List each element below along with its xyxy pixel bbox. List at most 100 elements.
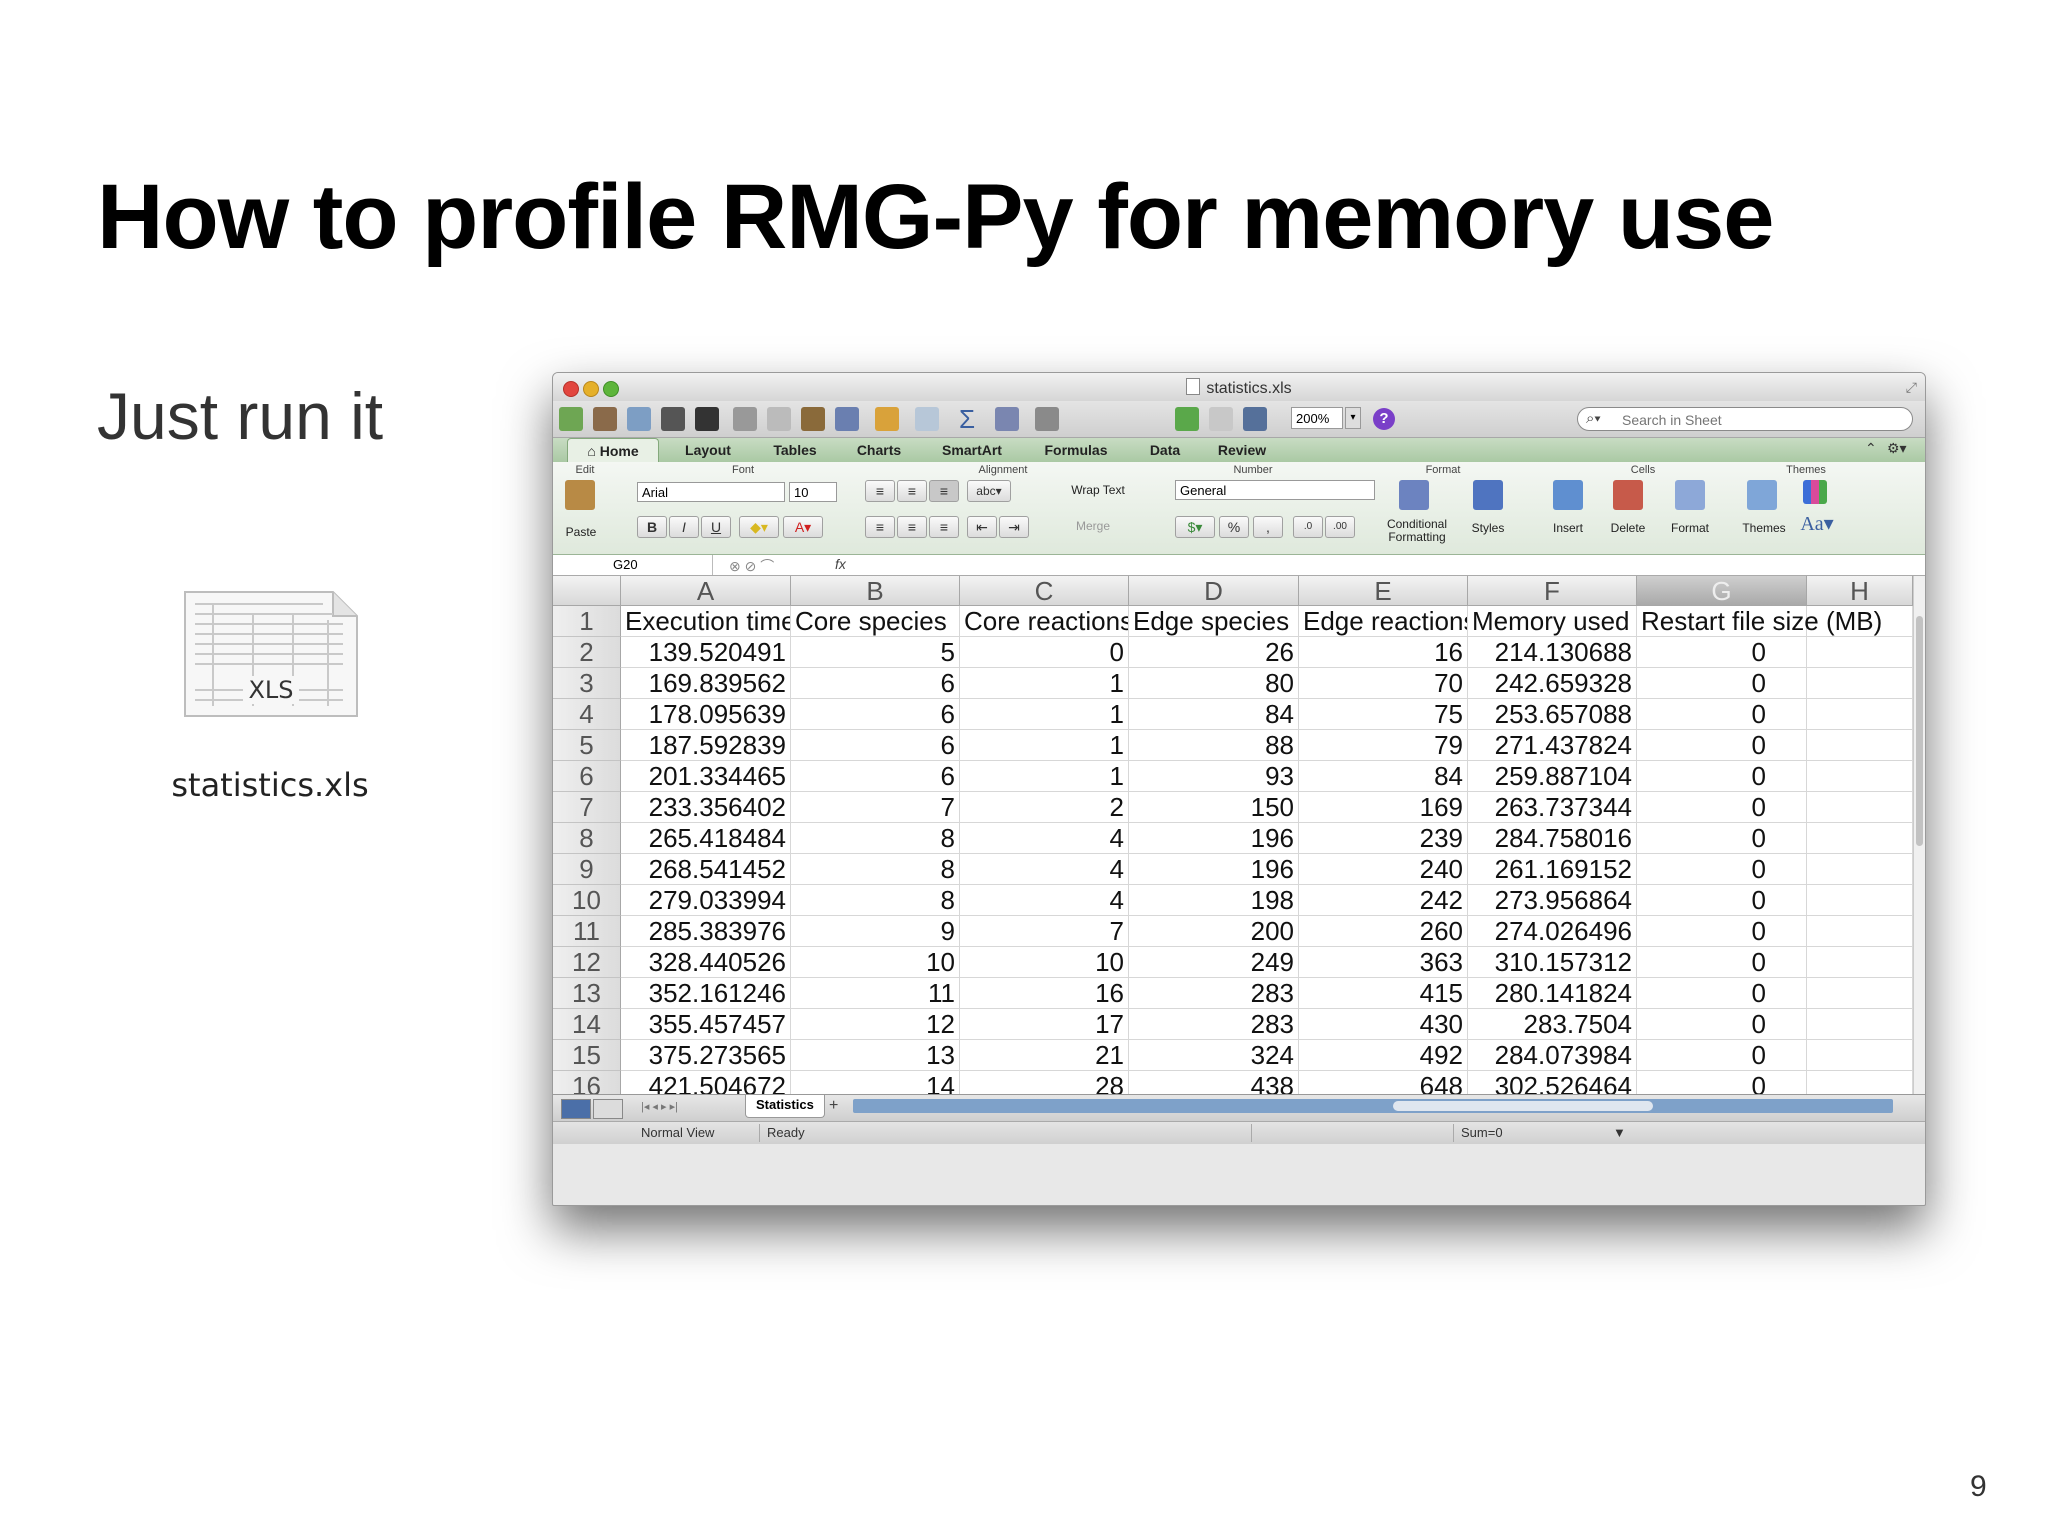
table-cell[interactable]: 285.383976 — [621, 916, 791, 947]
header-cell[interactable]: Execution time — [621, 606, 791, 637]
table-cell[interactable]: 8 — [791, 885, 960, 916]
table-cell[interactable]: 1 — [960, 668, 1129, 699]
save-icon[interactable] — [695, 407, 719, 431]
table-cell[interactable]: 263.737344 — [1468, 792, 1637, 823]
table-cell[interactable]: 310.157312 — [1468, 947, 1637, 978]
paste-icon[interactable] — [801, 407, 825, 431]
tab-review[interactable]: Review — [1205, 438, 1279, 462]
table-cell[interactable]: 0 — [1637, 1071, 1807, 1094]
column-header-f[interactable]: F — [1468, 576, 1637, 606]
vertical-scroll-thumb[interactable] — [1916, 616, 1923, 846]
select-all-corner[interactable] — [553, 576, 621, 606]
table-cell[interactable]: 242.659328 — [1468, 668, 1637, 699]
table-cell[interactable]: 279.033994 — [621, 885, 791, 916]
table-cell[interactable] — [1807, 668, 1913, 699]
row-header[interactable]: 3 — [553, 668, 621, 699]
table-cell[interactable]: 75 — [1299, 699, 1468, 730]
table-cell[interactable]: 150 — [1129, 792, 1299, 823]
tab-charts[interactable]: Charts — [847, 438, 911, 462]
table-cell[interactable]: 201.334465 — [621, 761, 791, 792]
header-cell[interactable]: Core species — [791, 606, 960, 637]
table-cell[interactable]: 283.7504 — [1468, 1009, 1637, 1040]
table-cell[interactable]: 271.437824 — [1468, 730, 1637, 761]
fx-icon[interactable]: fx — [835, 556, 846, 572]
table-cell[interactable]: 249 — [1129, 947, 1299, 978]
table-cell[interactable]: 6 — [791, 761, 960, 792]
formula-builder-icon[interactable] — [1175, 407, 1199, 431]
table-cell[interactable] — [1807, 1040, 1913, 1071]
conditional-formatting-button[interactable]: Conditional Formatting — [1379, 518, 1455, 544]
orientation-button[interactable]: abc▾ — [967, 480, 1011, 502]
table-cell[interactable]: 352.161246 — [621, 978, 791, 1009]
table-cell[interactable]: 0 — [1637, 854, 1807, 885]
table-cell[interactable] — [1807, 1009, 1913, 1040]
sheet-navigation-icon[interactable]: |◂ ◂ ▸ ▸| — [641, 1100, 678, 1113]
table-cell[interactable]: 17 — [960, 1009, 1129, 1040]
wrap-text-button[interactable]: Wrap Text — [1053, 484, 1143, 497]
themes-button[interactable]: Themes — [1737, 522, 1791, 535]
themes-icon[interactable] — [1747, 480, 1777, 510]
row-header[interactable]: 7 — [553, 792, 621, 823]
header-cell[interactable] — [1807, 606, 1913, 637]
table-cell[interactable]: 7 — [791, 792, 960, 823]
table-cell[interactable]: 253.657088 — [1468, 699, 1637, 730]
row-header[interactable]: 15 — [553, 1040, 621, 1071]
open-icon[interactable] — [627, 407, 651, 431]
table-cell[interactable]: 5 — [791, 637, 960, 668]
row-header[interactable]: 11 — [553, 916, 621, 947]
zoom-field[interactable]: 200% — [1291, 407, 1343, 429]
increase-decimal-button[interactable]: .0 — [1293, 516, 1323, 538]
insert-button[interactable]: Insert — [1545, 522, 1591, 535]
table-cell[interactable]: 6 — [791, 730, 960, 761]
header-cell[interactable]: Restart file size (MB) — [1637, 606, 1882, 637]
row-header[interactable]: 8 — [553, 823, 621, 854]
table-cell[interactable]: 265.418484 — [621, 823, 791, 854]
xls-file-icon[interactable]: XLS — [183, 590, 359, 720]
tab-layout[interactable]: Layout — [673, 438, 743, 462]
table-cell[interactable]: 648 — [1299, 1071, 1468, 1094]
table-cell[interactable]: 363 — [1299, 947, 1468, 978]
horizontal-scroll-thumb[interactable] — [1393, 1101, 1653, 1111]
print-icon[interactable] — [661, 407, 685, 431]
bold-button[interactable]: B — [637, 516, 667, 538]
column-header-a[interactable]: A — [621, 576, 791, 606]
table-cell[interactable]: 4 — [960, 885, 1129, 916]
table-cell[interactable] — [1807, 792, 1913, 823]
sheet-tab-statistics[interactable]: Statistics — [745, 1095, 825, 1118]
table-cell[interactable]: 260 — [1299, 916, 1468, 947]
table-cell[interactable]: 12 — [791, 1009, 960, 1040]
comma-button[interactable]: , — [1253, 516, 1283, 538]
search-icon[interactable]: ⌕▾ — [1586, 410, 1601, 427]
align-middle-button[interactable]: ≡ — [897, 480, 927, 502]
tab-tables[interactable]: Tables — [761, 438, 829, 462]
row-header[interactable]: 4 — [553, 699, 621, 730]
table-cell[interactable]: 79 — [1299, 730, 1468, 761]
media-icon[interactable] — [1243, 407, 1267, 431]
table-cell[interactable]: 415 — [1299, 978, 1468, 1009]
percent-button[interactable]: % — [1219, 516, 1249, 538]
table-cell[interactable]: 273.956864 — [1468, 885, 1637, 916]
align-top-button[interactable]: ≡ — [865, 480, 895, 502]
styles-button[interactable]: Styles — [1465, 522, 1511, 535]
table-cell[interactable]: 21 — [960, 1040, 1129, 1071]
table-cell[interactable]: 169 — [1299, 792, 1468, 823]
tab-data[interactable]: Data — [1137, 438, 1193, 462]
ribbon-settings-icon[interactable]: ⚙▾ — [1887, 440, 1907, 457]
table-cell[interactable]: 274.026496 — [1468, 916, 1637, 947]
table-cell[interactable]: 7 — [960, 916, 1129, 947]
table-cell[interactable]: 0 — [1637, 1009, 1807, 1040]
theme-colors-icon[interactable] — [1803, 480, 1827, 504]
table-cell[interactable]: 26 — [1129, 637, 1299, 668]
column-header-c[interactable]: C — [960, 576, 1129, 606]
theme-fonts-button[interactable]: Aa▾ — [1797, 514, 1837, 534]
redo-icon[interactable] — [915, 407, 939, 431]
table-cell[interactable]: 0 — [1637, 885, 1807, 916]
table-cell[interactable] — [1807, 885, 1913, 916]
table-cell[interactable]: 16 — [960, 978, 1129, 1009]
table-cell[interactable]: 1 — [960, 699, 1129, 730]
table-cell[interactable]: 328.440526 — [621, 947, 791, 978]
row-header[interactable]: 5 — [553, 730, 621, 761]
table-cell[interactable] — [1807, 978, 1913, 1009]
table-cell[interactable]: 233.356402 — [621, 792, 791, 823]
merge-button[interactable]: Merge — [1063, 520, 1123, 533]
